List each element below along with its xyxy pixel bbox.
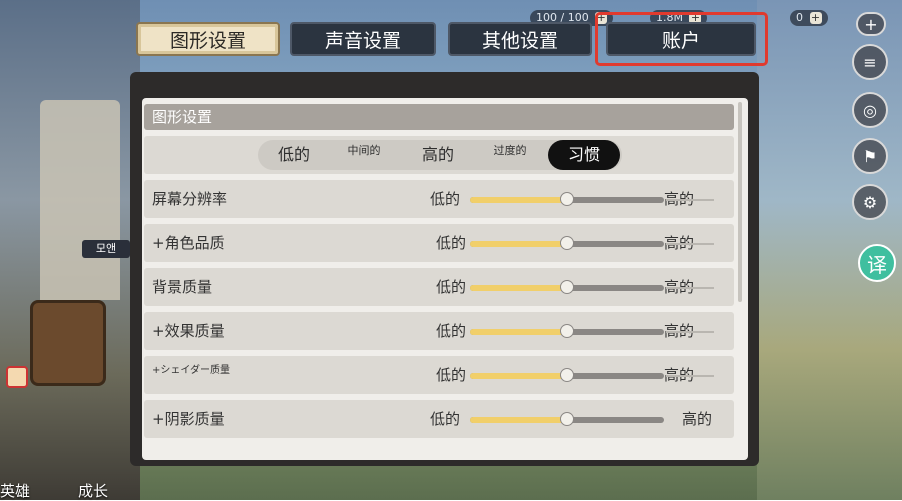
slider-low-label: 低的 xyxy=(436,234,467,252)
setting-row: +角色品质 低的 高的 xyxy=(144,224,734,262)
gem-add-icon[interactable]: + xyxy=(856,12,886,36)
castle-tower-art xyxy=(40,100,120,300)
slider-handle[interactable] xyxy=(560,192,574,206)
slider-handle[interactable] xyxy=(560,324,574,338)
slider-low-label: 低的 xyxy=(430,410,461,428)
slider-tail xyxy=(666,199,714,201)
preset-low[interactable]: 低的 xyxy=(264,140,324,170)
quality-slider[interactable] xyxy=(470,324,664,338)
growth-menu-label[interactable]: 成长 xyxy=(78,480,108,501)
quality-preset-selector: 低的 中间的 高的 过度的 习惯 xyxy=(258,140,622,170)
slider-handle[interactable] xyxy=(560,412,574,426)
quality-slider[interactable] xyxy=(470,280,664,294)
menu-icon[interactable]: ≡ xyxy=(852,44,888,80)
notification-badge-icon[interactable] xyxy=(6,366,28,388)
setting-row: +阴影质量 低的 高的 xyxy=(144,400,734,438)
setting-label: +阴影质量 xyxy=(152,410,225,428)
section-title: 图形设置 xyxy=(144,104,734,130)
quality-slider[interactable] xyxy=(470,368,664,382)
quality-preset-row: 低的 中间的 高的 过度的 习惯 xyxy=(144,136,734,174)
slider-tail xyxy=(666,331,714,333)
preset-custom[interactable]: 习惯 xyxy=(548,140,620,170)
preset-high[interactable]: 高的 xyxy=(408,140,468,170)
slider-fill xyxy=(470,373,567,379)
slider-low-label: 低的 xyxy=(436,322,467,340)
setting-label: 背景质量 xyxy=(152,278,213,296)
slider-tail xyxy=(666,287,714,289)
hero-menu-label[interactable]: 英雄 xyxy=(0,480,30,501)
setting-row: +シェイダー质量 低的 高的 xyxy=(144,356,734,394)
gem-add-button[interactable]: + xyxy=(809,12,822,24)
slider-fill xyxy=(470,285,567,291)
slider-handle[interactable] xyxy=(560,280,574,294)
account-tab-highlight xyxy=(595,12,768,66)
settings-panel-body: 图形设置 低的 中间的 高的 过度的 习惯 屏幕分辨率 低的 高的 +角色品质 … xyxy=(142,98,748,460)
slider-tail xyxy=(666,243,714,245)
preset-medium[interactable]: 中间的 xyxy=(336,140,392,170)
tab-sound[interactable]: 声音设置 xyxy=(290,22,436,56)
gem-counter: 0 + xyxy=(790,10,828,26)
setting-row: 背景质量 低的 高的 xyxy=(144,268,734,306)
settings-panel: 图形设置 低的 中间的 高的 过度的 习惯 屏幕分辨率 低的 高的 +角色品质 … xyxy=(130,72,759,466)
slider-fill xyxy=(470,329,567,335)
flag-icon[interactable]: ⚑ xyxy=(852,138,888,174)
slider-fill xyxy=(470,417,567,423)
side-tag: 모앤 xyxy=(82,240,130,258)
setting-label: +角色品质 xyxy=(152,234,225,252)
translate-button[interactable]: 译 xyxy=(858,244,896,282)
slider-fill xyxy=(470,241,567,247)
setting-label: +效果质量 xyxy=(152,322,225,340)
gear-icon[interactable]: ⚙ xyxy=(852,184,888,220)
setting-row: 屏幕分辨率 低的 高的 xyxy=(144,180,734,218)
treasure-chest-art xyxy=(30,300,106,386)
slider-low-label: 低的 xyxy=(430,190,461,208)
slider-tail xyxy=(666,375,714,377)
settings-circle-icon[interactable]: ◎ xyxy=(852,92,888,128)
slider-handle[interactable] xyxy=(560,368,574,382)
quality-slider[interactable] xyxy=(470,192,664,206)
preset-ultra[interactable]: 过度的 xyxy=(482,140,538,170)
slider-fill xyxy=(470,197,567,203)
slider-low-label: 低的 xyxy=(436,278,467,296)
slider-high-label: 高的 xyxy=(682,410,713,428)
setting-row: +效果质量 低的 高的 xyxy=(144,312,734,350)
quality-slider[interactable] xyxy=(470,236,664,250)
setting-label: +シェイダー质量 xyxy=(152,365,230,376)
slider-handle[interactable] xyxy=(560,236,574,250)
tab-other[interactable]: 其他设置 xyxy=(448,22,592,56)
tab-graphics[interactable]: 图形设置 xyxy=(136,22,280,56)
quality-slider[interactable] xyxy=(470,412,664,426)
setting-label: 屏幕分辨率 xyxy=(152,190,228,208)
slider-low-label: 低的 xyxy=(436,366,467,384)
gem-value: 0 xyxy=(796,11,803,24)
panel-scrollbar[interactable] xyxy=(738,102,742,302)
